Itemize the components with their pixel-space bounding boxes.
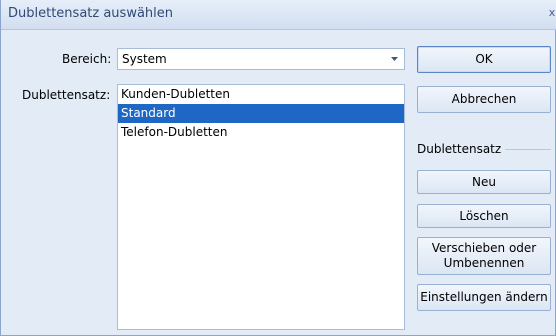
delete-button[interactable]: Löschen bbox=[417, 204, 551, 228]
cancel-button[interactable]: Abbrechen bbox=[417, 86, 551, 113]
close-icon[interactable]: x bbox=[547, 5, 556, 21]
list-item-selected[interactable]: Standard bbox=[118, 104, 404, 123]
dublettensatz-dialog: Dublettensatz auswählen x Bereich: Syste… bbox=[0, 0, 556, 336]
group-title: Dublettensatz bbox=[417, 142, 506, 156]
title-bar: Dublettensatz auswählen x bbox=[1, 0, 556, 30]
window-title: Dublettensatz auswählen bbox=[8, 6, 174, 21]
chevron-down-icon[interactable] bbox=[386, 49, 404, 69]
ok-button[interactable]: OK bbox=[417, 46, 551, 73]
dublettensatz-label: Dublettensatz: bbox=[22, 88, 111, 102]
bereich-select[interactable]: System bbox=[117, 48, 405, 70]
dublettensatz-list[interactable]: Kunden-Dubletten Standard Telefon-Dublet… bbox=[117, 84, 405, 330]
bereich-value: System bbox=[122, 52, 167, 66]
move-rename-button[interactable]: Verschieben oder Umbenennen bbox=[417, 237, 551, 275]
settings-button[interactable]: Einstellungen ändern bbox=[417, 284, 551, 311]
new-button[interactable]: Neu bbox=[417, 170, 551, 194]
list-item[interactable]: Kunden-Dubletten bbox=[118, 85, 404, 104]
bereich-label: Bereich: bbox=[62, 52, 112, 66]
list-item[interactable]: Telefon-Dubletten bbox=[118, 123, 404, 142]
move-rename-label-line1: Verschieben oder bbox=[431, 241, 537, 255]
move-rename-label-line2: Umbenennen bbox=[443, 256, 525, 270]
